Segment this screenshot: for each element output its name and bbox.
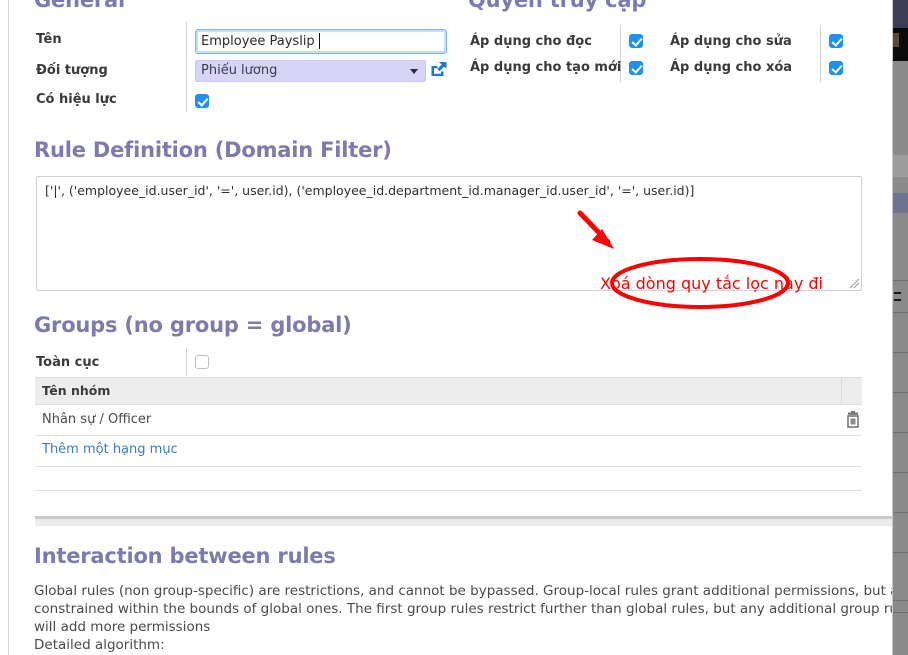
active-field-label: Có hiệu lực <box>36 92 117 107</box>
annotation-text: Xoá dòng quy tắc lọc này đi <box>600 274 823 293</box>
background-line <box>893 280 908 281</box>
perm-create-checkbox[interactable] <box>629 61 643 75</box>
background-line <box>893 312 908 313</box>
background-line <box>893 600 908 601</box>
general-label-separator <box>186 22 187 112</box>
rule-definition-section-title: Rule Definition (Domain Filter) <box>34 138 392 162</box>
external-link-icon[interactable] <box>430 60 448 78</box>
table-row[interactable]: Nhân sự / Officer <box>35 405 862 436</box>
model-field-label: Đối tượng <box>36 63 108 78</box>
group-name-cell: Nhân sự / Officer <box>42 412 152 427</box>
background-mark <box>894 292 901 294</box>
perm-read-checkbox[interactable] <box>629 34 643 48</box>
interaction-line: will add more permissions <box>34 619 211 635</box>
general-section-title: General <box>34 0 125 12</box>
add-an-item-link[interactable]: Thêm một hạng mục <box>42 442 178 457</box>
groups-table: Tên nhóm Nhân sự / Officer Thêm một hạng… <box>35 377 862 467</box>
column-header-group-name: Tên nhóm <box>42 383 111 398</box>
background-line <box>893 552 908 553</box>
chevron-down-icon <box>410 69 418 74</box>
background-mark <box>894 299 901 301</box>
interaction-section-title: Interaction between rules <box>34 544 336 568</box>
groups-section-title: Groups (no group = global) <box>34 313 352 337</box>
background-glyph <box>893 33 899 47</box>
form-page: General Tên Đối tượng Có hiệu lực Phiếu … <box>0 0 908 655</box>
interaction-line: constrained within the bounds of global … <box>34 601 908 617</box>
background-line <box>893 512 908 513</box>
page-left-border <box>8 0 9 655</box>
text-caret <box>319 33 320 49</box>
model-select[interactable]: Phiếu lương <box>195 60 426 82</box>
trash-icon[interactable] <box>845 411 861 429</box>
perm-unlink-label: Áp dụng cho xóa <box>670 60 793 75</box>
name-input[interactable] <box>195 29 447 54</box>
perm-unlink-checkbox[interactable] <box>829 61 843 75</box>
perm-write-checkbox[interactable] <box>829 34 843 48</box>
background-line <box>893 472 908 473</box>
global-field-label: Toàn cục <box>36 355 100 370</box>
groups-label-separator <box>186 348 187 376</box>
background-band-blue <box>893 193 908 213</box>
background-band-light <box>893 155 908 177</box>
perm-write-label: Áp dụng cho sửa <box>670 34 792 49</box>
background-desktop-strip <box>893 0 908 655</box>
section-separator-band <box>35 516 893 526</box>
name-field-label: Tên <box>36 32 62 47</box>
interaction-line: Detailed algorithm: <box>34 637 165 653</box>
background-line <box>893 352 908 353</box>
groups-table-header: Tên nhóm <box>35 377 862 405</box>
background-line <box>893 432 908 433</box>
column-separator <box>841 378 842 404</box>
access-rights-section-title: Quyền truy cập <box>468 0 647 12</box>
global-checkbox[interactable] <box>195 355 209 369</box>
perm-create-label: Áp dụng cho tạo mới <box>470 60 622 75</box>
perm-read-label: Áp dụng cho đọc <box>470 34 592 49</box>
background-band-top <box>893 0 908 28</box>
background-line <box>893 392 908 393</box>
interaction-description: Global rules (non group-specific) are re… <box>34 582 908 654</box>
section-divider-line <box>35 490 862 491</box>
perm-write-separator <box>820 26 821 82</box>
active-checkbox[interactable] <box>195 94 209 108</box>
interaction-line: Global rules (non group-specific) are re… <box>34 583 908 599</box>
resize-handle-icon[interactable] <box>848 277 860 289</box>
groups-add-row[interactable]: Thêm một hạng mục <box>35 436 862 467</box>
background-line <box>893 612 908 613</box>
model-select-value: Phiếu lương <box>201 63 278 78</box>
